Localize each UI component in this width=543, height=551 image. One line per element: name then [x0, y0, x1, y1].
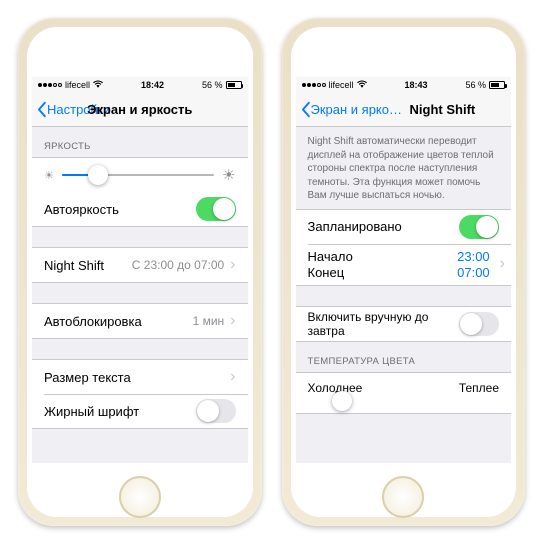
sun-large-icon: ☀︎: [222, 166, 235, 184]
brightness-slider[interactable]: [62, 174, 214, 176]
chevron-right-icon: ›: [230, 368, 235, 386]
battery-icon: [489, 81, 505, 89]
manual-enable-row: Включить вручную до завтра: [296, 307, 512, 341]
text-size-label: Размер текста: [44, 370, 228, 385]
bold-text-label: Жирный шрифт: [44, 404, 196, 419]
bold-text-row: Жирный шрифт: [32, 394, 248, 428]
wifi-icon: [357, 80, 367, 90]
night-shift-description: Night Shift автоматически переводит дисп…: [296, 127, 512, 209]
scheduled-toggle[interactable]: [459, 215, 499, 239]
start-value: 23:00: [457, 249, 490, 264]
night-shift-label: Night Shift: [44, 258, 132, 273]
bold-text-toggle[interactable]: [196, 399, 236, 423]
manual-enable-label: Включить вручную до завтра: [308, 310, 460, 338]
screen-night-shift: lifecell 18:43 56 % Экран и яркость: [296, 77, 512, 463]
phone-left: lifecell 18:42 56 % Настройки: [18, 18, 262, 526]
scheduled-label: Запланировано: [308, 219, 460, 234]
auto-brightness-toggle[interactable]: [196, 197, 236, 221]
brightness-header: ЯРКОСТЬ: [32, 127, 248, 157]
chevron-right-icon: ›: [230, 256, 235, 274]
auto-brightness-label: Автояркость: [44, 202, 196, 217]
color-temp-row: Холоднее Теплее: [296, 373, 512, 413]
brightness-slider-row: ☀︎ ☀︎: [32, 158, 248, 192]
end-value: 07:00: [457, 265, 490, 280]
schedule-times-row[interactable]: Начало 23:00 Конец 07:00 ›: [296, 244, 512, 285]
chevron-right-icon: ›: [500, 255, 505, 273]
screen-display-brightness: lifecell 18:42 56 % Настройки: [32, 77, 248, 463]
auto-brightness-row: Автояркость: [32, 192, 248, 226]
chevron-left-icon: [300, 101, 311, 118]
page-title: Night Shift: [410, 102, 511, 117]
auto-lock-label: Автоблокировка: [44, 314, 193, 329]
status-bar: lifecell 18:43 56 %: [296, 77, 512, 93]
chevron-left-icon: [36, 101, 47, 118]
clock: 18:42: [103, 80, 202, 90]
battery-icon: [226, 81, 242, 89]
stage: lifecell 18:42 56 % Настройки: [0, 0, 543, 544]
clock: 18:43: [367, 80, 466, 90]
nav-bar: Экран и яркость Night Shift: [296, 93, 512, 127]
chevron-right-icon: ›: [230, 312, 235, 330]
night-shift-detail: С 23:00 до 07:00: [132, 258, 224, 272]
back-button[interactable]: Настройки: [32, 101, 111, 118]
scheduled-row: Запланировано: [296, 210, 512, 244]
sun-small-icon: ☀︎: [44, 169, 54, 182]
home-button[interactable]: [382, 476, 424, 518]
carrier-label: lifecell: [329, 80, 354, 90]
phone-right: lifecell 18:43 56 % Экран и яркость: [282, 18, 526, 526]
battery-pct: 56 %: [202, 80, 223, 90]
battery-pct: 56 %: [465, 80, 486, 90]
manual-enable-toggle[interactable]: [459, 312, 499, 336]
wifi-icon: [93, 80, 103, 90]
nav-bar: Настройки Экран и яркость: [32, 93, 248, 127]
color-temp-header: ТЕМПЕРАТУРА ЦВЕТА: [296, 342, 512, 372]
auto-lock-detail: 1 мин: [193, 314, 225, 328]
auto-lock-row[interactable]: Автоблокировка 1 мин ›: [32, 304, 248, 338]
text-size-row[interactable]: Размер текста ›: [32, 360, 248, 394]
end-label: Конец: [308, 265, 345, 280]
night-shift-row[interactable]: Night Shift С 23:00 до 07:00 ›: [32, 248, 248, 282]
home-button[interactable]: [119, 476, 161, 518]
status-bar: lifecell 18:42 56 %: [32, 77, 248, 93]
back-label: Экран и яркость: [311, 102, 408, 117]
back-label: Настройки: [47, 102, 111, 117]
start-label: Начало: [308, 249, 353, 264]
carrier-label: lifecell: [65, 80, 90, 90]
warmer-label: Теплее: [459, 381, 499, 395]
back-button[interactable]: Экран и яркость: [296, 101, 408, 118]
